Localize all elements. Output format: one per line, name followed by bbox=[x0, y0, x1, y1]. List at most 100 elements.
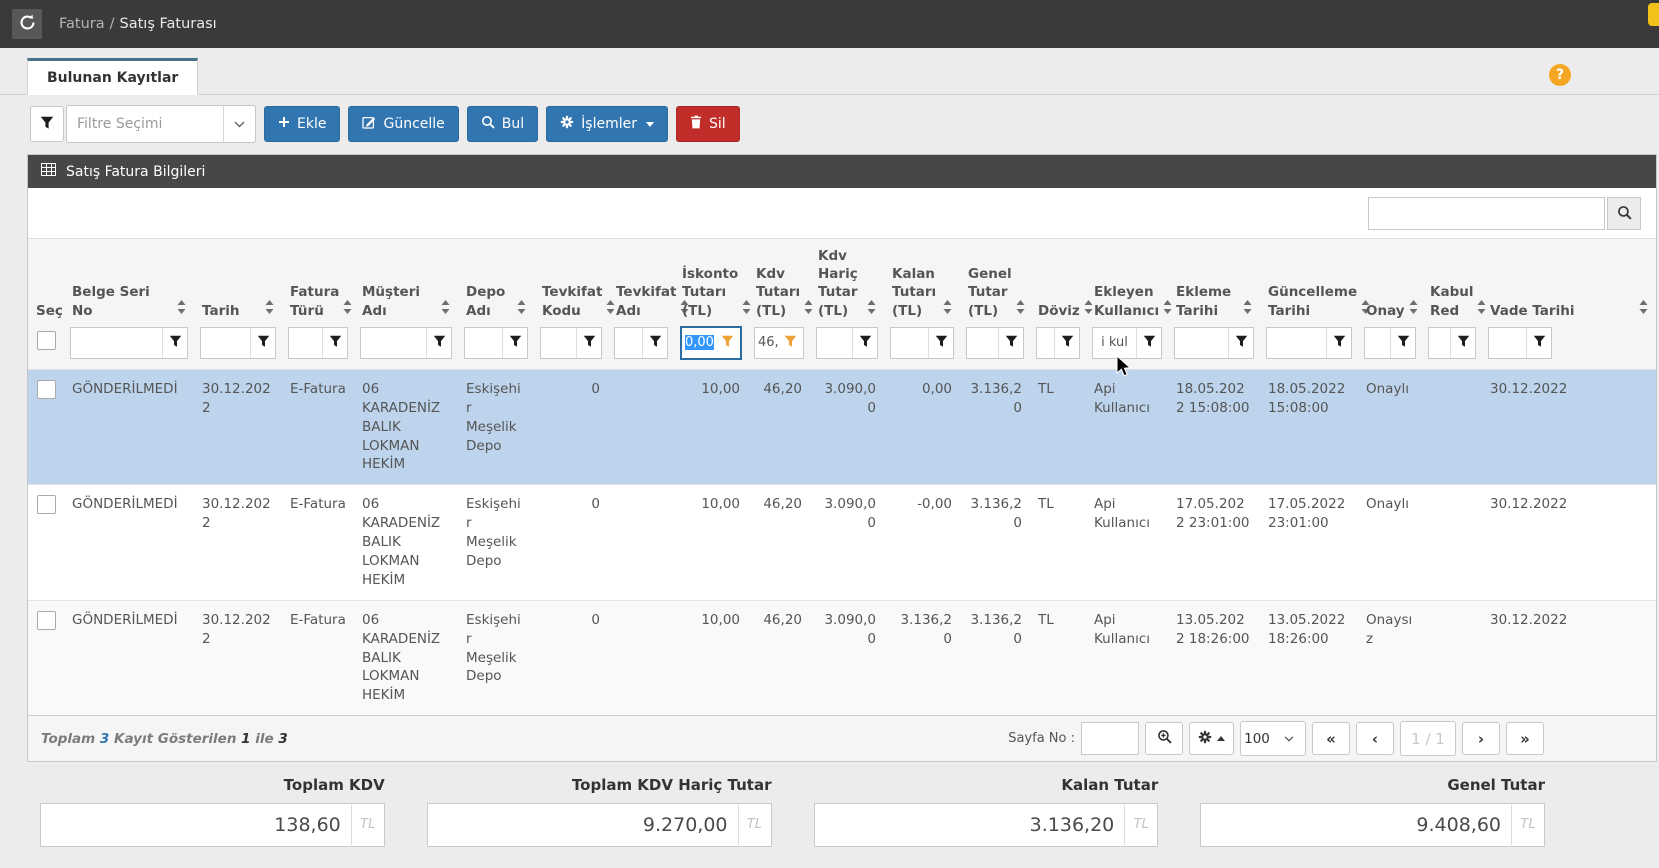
filter-input-kalan_tutari_tl[interactable] bbox=[890, 327, 954, 359]
filter-input-doviz[interactable] bbox=[1036, 327, 1080, 359]
filter-input-vade_tarihi[interactable] bbox=[1488, 327, 1552, 359]
filter-input-depo_adi[interactable] bbox=[464, 327, 528, 359]
column-header-belge_seri_no[interactable]: Belge Seri No bbox=[64, 239, 194, 322]
filter-input-onay[interactable] bbox=[1364, 327, 1416, 359]
filter-funnel-button[interactable] bbox=[1228, 328, 1253, 358]
find-button[interactable]: Bul bbox=[467, 106, 538, 142]
previous-page-button[interactable]: ‹ bbox=[1356, 722, 1394, 755]
page-size-select[interactable]: 100 bbox=[1240, 721, 1306, 756]
filter-input-tarih[interactable] bbox=[200, 327, 276, 359]
sort-icon[interactable] bbox=[1084, 300, 1093, 320]
row-checkbox[interactable] bbox=[37, 495, 56, 514]
filter-input-musteri_adi[interactable] bbox=[360, 327, 452, 359]
sort-icon[interactable] bbox=[804, 300, 813, 320]
sort-icon[interactable] bbox=[441, 300, 450, 320]
filter-input-ekleme_tarihi[interactable] bbox=[1174, 327, 1254, 359]
sort-icon[interactable] bbox=[867, 300, 876, 320]
table-row[interactable]: GÖNDERİLMEDİ30.12.2022E-Fatura06 KARADEN… bbox=[28, 485, 1656, 600]
filter-input-belge_seri_no[interactable] bbox=[70, 327, 188, 359]
filter-funnel-button[interactable] bbox=[1054, 328, 1079, 358]
filter-input-tevkifat_kodu[interactable] bbox=[540, 327, 602, 359]
column-header-onay[interactable]: Onay bbox=[1358, 239, 1422, 322]
column-header-doviz[interactable]: Döviz bbox=[1030, 239, 1086, 322]
filter-input-tevkifat_adi[interactable] bbox=[614, 327, 668, 359]
sort-icon[interactable] bbox=[943, 300, 952, 320]
filter-funnel-button[interactable] bbox=[1450, 328, 1475, 358]
sort-icon[interactable] bbox=[1243, 300, 1252, 320]
sort-icon[interactable] bbox=[343, 300, 352, 320]
filter-input-iskonto_tutari_tl[interactable]: 0,00 bbox=[680, 326, 742, 360]
column-header-iskonto_tutari_tl[interactable]: İskonto Tutarı (TL) bbox=[674, 239, 748, 322]
update-button[interactable]: Güncelle bbox=[348, 106, 458, 142]
filter-funnel-button[interactable] bbox=[1326, 328, 1351, 358]
column-header-tarih[interactable]: Tarih bbox=[194, 239, 282, 322]
sort-icon[interactable] bbox=[1409, 300, 1418, 320]
filter-input-kdv_tutari_tl[interactable]: 46, bbox=[754, 327, 804, 359]
column-header-tevkifat_adi[interactable]: Tevkifat Adı bbox=[608, 239, 674, 322]
last-page-button[interactable]: » bbox=[1506, 722, 1544, 755]
table-search-button[interactable] bbox=[1607, 197, 1641, 230]
refresh-button[interactable] bbox=[12, 9, 42, 39]
page-number-input[interactable] bbox=[1081, 722, 1139, 755]
header-checkbox[interactable] bbox=[37, 331, 56, 350]
table-settings-button[interactable] bbox=[1189, 722, 1234, 755]
filter-funnel-button[interactable] bbox=[715, 328, 740, 358]
filter-funnel-button[interactable] bbox=[576, 328, 601, 358]
go-to-page-button[interactable] bbox=[1145, 722, 1183, 755]
filter-funnel-button[interactable] bbox=[778, 328, 803, 358]
filter-funnel-button[interactable] bbox=[642, 328, 667, 358]
table-search-input[interactable] bbox=[1368, 197, 1605, 230]
column-header-kdv_tutari_tl[interactable]: Kdv Tutarı (TL) bbox=[748, 239, 810, 322]
sort-icon[interactable] bbox=[517, 300, 526, 320]
first-page-button[interactable]: « bbox=[1312, 722, 1350, 755]
sort-icon[interactable] bbox=[1016, 300, 1025, 320]
filter-input-fatura_turu[interactable] bbox=[288, 327, 348, 359]
next-page-button[interactable]: › bbox=[1462, 722, 1500, 755]
column-header-guncelleme_tarihi[interactable]: Güncelleme Tarihi bbox=[1260, 239, 1358, 322]
column-header-kdv_haric_tutar_tl[interactable]: Kdv Hariç Tutar (TL) bbox=[810, 239, 884, 322]
column-header-vade_tarihi[interactable]: Vade Tarihi bbox=[1482, 239, 1656, 322]
filter-funnel-button[interactable] bbox=[250, 328, 275, 358]
filter-funnel-button[interactable] bbox=[322, 328, 347, 358]
filter-input-kabul_red[interactable] bbox=[1428, 327, 1476, 359]
column-header-musteri_adi[interactable]: Müşteri Adı bbox=[354, 239, 458, 322]
column-header-kalan_tutari_tl[interactable]: Kalan Tutarı (TL) bbox=[884, 239, 960, 322]
filter-funnel-button[interactable] bbox=[852, 328, 877, 358]
filter-funnel-button[interactable] bbox=[162, 328, 187, 358]
row-checkbox[interactable] bbox=[37, 611, 56, 630]
filter-funnel-button[interactable] bbox=[1136, 328, 1161, 358]
filter-toggle-button[interactable] bbox=[30, 106, 64, 142]
filter-funnel-button[interactable] bbox=[502, 328, 527, 358]
delete-button[interactable]: Sil bbox=[676, 106, 740, 142]
filter-funnel-button[interactable] bbox=[998, 328, 1023, 358]
tab-found-records[interactable]: Bulunan Kayıtlar bbox=[27, 58, 198, 95]
filter-funnel-button[interactable] bbox=[1526, 328, 1551, 358]
filter-input-ekleyen_kullanici[interactable]: i kul bbox=[1092, 327, 1162, 359]
filter-input-genel_tutar_tl[interactable] bbox=[966, 327, 1024, 359]
row-checkbox[interactable] bbox=[37, 380, 56, 399]
edge-widget[interactable] bbox=[1648, 3, 1659, 26]
filter-funnel-button[interactable] bbox=[426, 328, 451, 358]
column-header-ekleme_tarihi[interactable]: Ekleme Tarihi bbox=[1168, 239, 1260, 322]
breadcrumb-parent[interactable]: Fatura bbox=[59, 16, 105, 32]
sort-icon[interactable] bbox=[177, 300, 186, 320]
add-button[interactable]: Ekle bbox=[264, 106, 340, 142]
sort-icon[interactable] bbox=[742, 300, 751, 320]
filter-funnel-button[interactable] bbox=[928, 328, 953, 358]
table-row[interactable]: GÖNDERİLMEDİ30.12.2022E-Fatura06 KARADEN… bbox=[28, 600, 1656, 715]
help-button[interactable]: ? bbox=[1549, 64, 1571, 86]
sort-icon[interactable] bbox=[1477, 300, 1486, 320]
filter-input-guncelleme_tarihi[interactable] bbox=[1266, 327, 1352, 359]
column-header-fatura_turu[interactable]: Fatura Türü bbox=[282, 239, 354, 322]
column-header-genel_tutar_tl[interactable]: Genel Tutar (TL) bbox=[960, 239, 1030, 322]
sort-icon[interactable] bbox=[265, 300, 274, 320]
filter-input-kdv_haric_tutar_tl[interactable] bbox=[816, 327, 878, 359]
sort-icon[interactable] bbox=[606, 300, 615, 320]
filter-preset-select[interactable]: Filtre Seçimi bbox=[66, 105, 256, 143]
table-row[interactable]: GÖNDERİLMEDİ30.12.2022E-Fatura06 KARADEN… bbox=[28, 369, 1656, 484]
sort-icon[interactable] bbox=[1639, 300, 1648, 320]
operations-button[interactable]: İşlemler bbox=[546, 106, 668, 142]
column-header-ekleyen_kullanici[interactable]: Ekleyen Kullanıcı bbox=[1086, 239, 1168, 322]
column-header-tevkifat_kodu[interactable]: Tevkifat Kodu bbox=[534, 239, 608, 322]
filter-funnel-button[interactable] bbox=[1390, 328, 1415, 358]
